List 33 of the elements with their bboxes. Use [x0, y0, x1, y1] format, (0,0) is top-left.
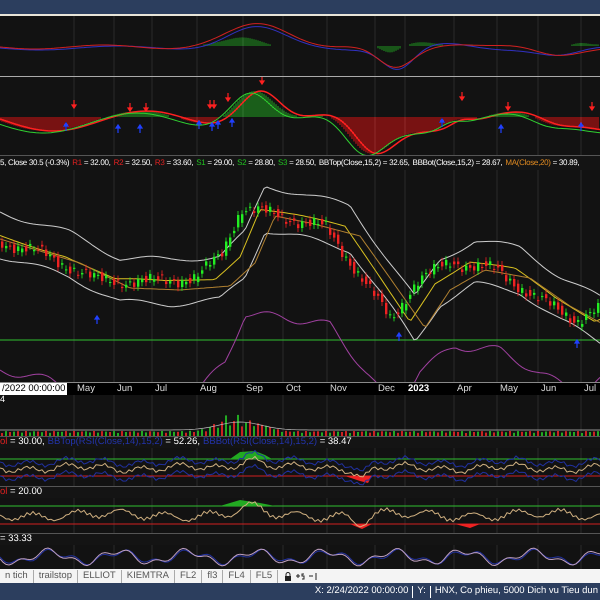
legend-entry: ol = 20.00	[0, 485, 42, 500]
axis-label: Nov	[330, 383, 347, 395]
status-text: X: 2/24/2022 00:00:00	[314, 584, 408, 598]
axis-label: Jul	[584, 383, 596, 395]
legend-entry: BBTop(Close,15,2) = 32.65,	[318, 157, 410, 169]
axis-label: Sep	[246, 383, 263, 395]
legend-entry: = 33.33	[0, 532, 32, 546]
volume-label: 4	[0, 395, 6, 404]
legend-entry: MA(Close,20) = 30.89,	[505, 157, 580, 169]
cursor-date-label: /2022 00:00:00	[0, 383, 68, 395]
axis-label: Apr	[457, 383, 472, 395]
legend-entry: BBBot(Close,15,2) = 28.67,	[412, 157, 502, 169]
axis-label: Aug	[200, 383, 217, 395]
legend-entry: 5, Close 30.5 (-0.3%)	[0, 157, 70, 169]
axis-label: 2023	[408, 383, 430, 395]
status-text: HNX, Co phieu, 5000 Dich vu Tieu dun	[434, 584, 598, 598]
axis-label: Jun	[117, 383, 132, 395]
legend-entry: BBTop(RSI(Close,14),15,2) = 52.26,	[48, 435, 200, 450]
axis-label: Jul	[155, 383, 168, 395]
axis-label: Oct	[286, 383, 301, 395]
axis-label: Dec	[378, 383, 395, 395]
legend-entry: S1 = 29.00,	[196, 157, 234, 169]
legend-entry: R1 = 32.00,	[72, 157, 111, 169]
status-text: Y:	[417, 584, 426, 598]
legend-entry: S3 = 28.50,	[278, 157, 316, 169]
legend-entry: R3 = 33.60,	[154, 157, 194, 169]
legend-entry: S2 = 28.80,	[237, 157, 275, 169]
axis-label: Jun	[541, 383, 556, 395]
legend-entry: ol = 30.00,	[0, 435, 45, 450]
axis-label: May	[500, 383, 518, 395]
legend-entry: R2 = 32.50,	[114, 157, 152, 169]
legend-entry: BBBot(RSI(Close,14),15,2) = 38.47	[203, 435, 352, 450]
axis-label: May	[77, 383, 95, 395]
